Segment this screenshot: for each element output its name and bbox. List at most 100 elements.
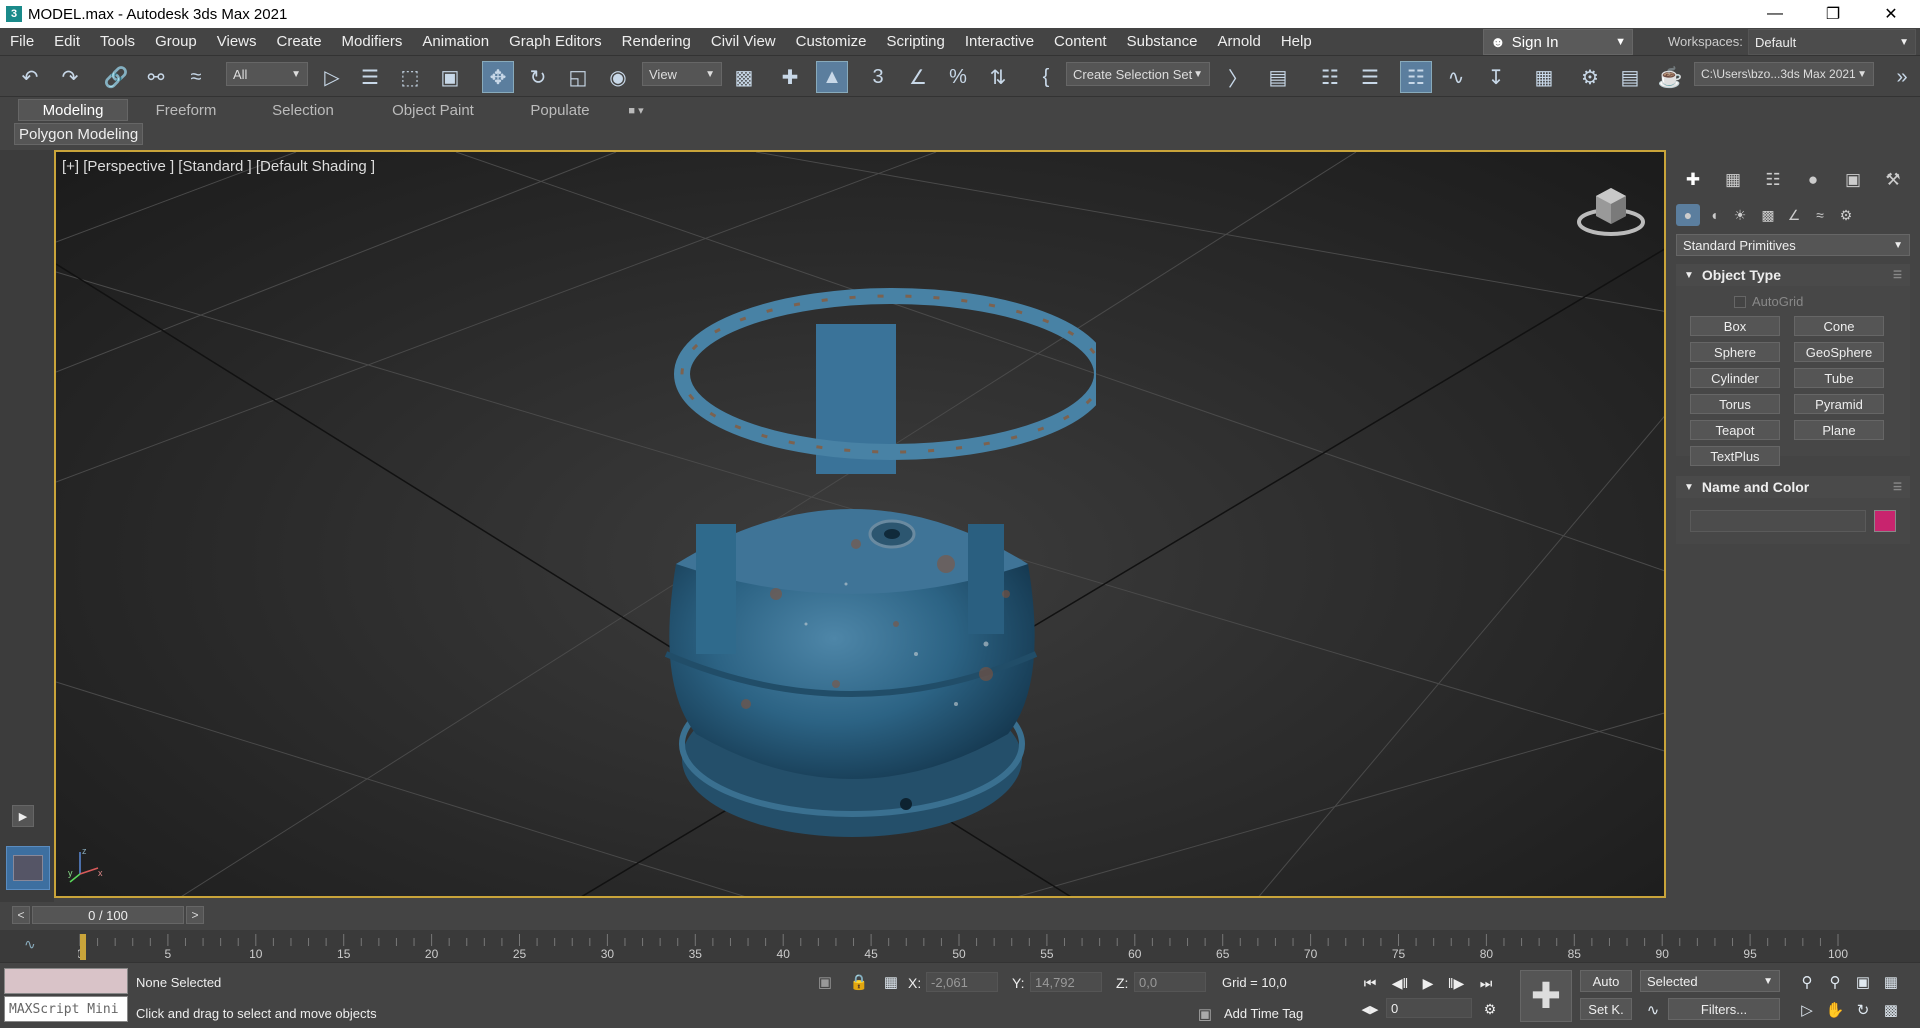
auto-key-button[interactable]: Auto — [1580, 970, 1632, 992]
snaps-toggle-icon[interactable]: 3 — [862, 61, 894, 93]
geosphere-button[interactable]: GeoSphere — [1794, 342, 1884, 362]
shapes-icon[interactable]: ◖ — [1702, 204, 1726, 226]
menu-tools[interactable]: Tools — [90, 33, 145, 50]
viewport-layout-thumbnail[interactable] — [6, 846, 50, 890]
menu-modifiers[interactable]: Modifiers — [332, 33, 413, 50]
spinner-snap-icon[interactable]: ⇅ — [982, 61, 1014, 93]
zoom-extents-icon[interactable]: ▣ — [1850, 970, 1876, 994]
menu-animation[interactable]: Animation — [412, 33, 499, 50]
cameras-icon[interactable]: ▩ — [1756, 204, 1780, 226]
tab-modeling[interactable]: Modeling — [18, 99, 128, 121]
minimize-button[interactable]: — — [1746, 0, 1804, 28]
key-filter-select[interactable]: Selected ▼ — [1640, 970, 1780, 992]
mirror-icon[interactable]: 〉 — [1222, 61, 1254, 93]
torus-button[interactable]: Torus — [1690, 394, 1780, 414]
close-button[interactable]: ✕ — [1862, 0, 1920, 28]
viewcube[interactable] — [1576, 182, 1646, 238]
material-editor-icon[interactable]: ▦ — [1528, 61, 1560, 93]
menu-scripting[interactable]: Scripting — [876, 33, 954, 50]
menu-group[interactable]: Group — [145, 33, 207, 50]
layer-explorer-icon[interactable]: ☰ — [1354, 61, 1386, 93]
select-and-move-icon[interactable]: ✥ — [482, 61, 514, 93]
time-slider-next-button[interactable]: > — [186, 906, 204, 924]
geometry-icon[interactable]: ● — [1676, 204, 1700, 226]
modify-tab-icon[interactable]: ▦ — [1718, 168, 1748, 192]
name-and-color-rollout-header[interactable]: ▼ Name and Color ☰ — [1676, 476, 1910, 498]
schematic-view-icon[interactable]: ↧ — [1480, 61, 1512, 93]
project-folder-select[interactable]: C:\Users\bzo...3ds Max 2021 ▼ — [1694, 62, 1874, 86]
key-mode-toggle-icon[interactable]: ◀▶ — [1358, 998, 1382, 1020]
restore-button[interactable]: ❐ — [1804, 0, 1862, 28]
lights-icon[interactable]: ☀ — [1728, 204, 1752, 226]
redo-icon[interactable]: ↷ — [54, 61, 86, 93]
object-color-swatch[interactable] — [1874, 510, 1896, 532]
rendered-frame-window-icon[interactable]: ▤ — [1614, 61, 1646, 93]
align-icon[interactable]: ▤ — [1262, 61, 1294, 93]
menu-graph-editors[interactable]: Graph Editors — [499, 33, 612, 50]
maximize-viewport-icon[interactable]: ▩ — [1878, 998, 1904, 1022]
polygon-modeling-panel[interactable]: Polygon Modeling — [14, 123, 144, 145]
tab-object-paint[interactable]: Object Paint — [362, 99, 504, 121]
zoom-extents-all-icon[interactable]: ▦ — [1878, 970, 1904, 994]
go-to-end-icon[interactable]: ⏭ — [1474, 972, 1498, 994]
ribbon-options-icon[interactable]: ■ ▾ — [616, 99, 656, 121]
autogrid-checkbox[interactable]: AutoGrid — [1734, 294, 1803, 309]
menu-substance[interactable]: Substance — [1117, 33, 1208, 50]
orbit-icon[interactable]: ↻ — [1850, 998, 1876, 1022]
field-of-view-icon[interactable]: ▷ — [1794, 998, 1820, 1022]
create-tab-icon[interactable]: ✚ — [1678, 168, 1708, 192]
menu-customize[interactable]: Customize — [786, 33, 877, 50]
curve-editor-icon[interactable]: ∿ — [1440, 61, 1472, 93]
next-frame-icon[interactable]: ‖▶ — [1444, 972, 1468, 994]
teapot-button[interactable]: Teapot — [1690, 420, 1780, 440]
tab-freeform[interactable]: Freeform — [128, 99, 244, 121]
create-selection-set-select[interactable]: Create Selection Set ▼ — [1066, 62, 1210, 86]
timeline-ruler[interactable]: 0510152025303540455055606570758085909510… — [78, 934, 1852, 960]
mini-curve-editor-icon[interactable]: ∿ — [24, 936, 36, 953]
systems-icon[interactable]: ⚙ — [1834, 204, 1858, 226]
select-object-icon[interactable]: ▷ — [316, 61, 348, 93]
render-setup-icon[interactable]: ⚙ — [1574, 61, 1606, 93]
add-time-tag-button[interactable]: Add Time Tag — [1224, 1006, 1303, 1021]
select-by-name-icon[interactable]: ☰ — [354, 61, 386, 93]
maxscript-listener-output[interactable] — [4, 968, 128, 994]
sign-in-button[interactable]: ☻ Sign In ▼ — [1483, 29, 1633, 55]
set-key-button[interactable]: Set K. — [1580, 998, 1632, 1020]
menu-help[interactable]: Help — [1271, 33, 1322, 50]
absolute-mode-icon[interactable]: ▦ — [878, 970, 904, 994]
select-and-rotate-icon[interactable]: ↻ — [522, 61, 554, 93]
display-tab-icon[interactable]: ▣ — [1838, 168, 1868, 192]
keyboard-shortcut-override-icon[interactable]: ▲ — [816, 61, 848, 93]
pyramid-button[interactable]: Pyramid — [1794, 394, 1884, 414]
pivot-center-icon[interactable]: ▩ — [728, 61, 760, 93]
link-icon[interactable]: 🔗 — [100, 61, 132, 93]
key-filters-button[interactable]: Filters... — [1668, 998, 1780, 1020]
menu-interactive[interactable]: Interactive — [955, 33, 1044, 50]
reference-coordinate-select[interactable]: View ▼ — [642, 62, 722, 86]
primitive-category-select[interactable]: Standard Primitives ▼ — [1676, 234, 1910, 256]
select-and-place-icon[interactable]: ◉ — [602, 61, 634, 93]
hierarchy-tab-icon[interactable]: ☷ — [1758, 168, 1788, 192]
toolbar-overflow-icon[interactable]: » — [1886, 61, 1918, 93]
bind-space-warp-icon[interactable]: ≈ — [180, 61, 212, 93]
rectangular-selection-icon[interactable]: ⬚ — [394, 61, 426, 93]
go-to-start-icon[interactable]: ⏮ — [1358, 972, 1382, 994]
menu-civil-view[interactable]: Civil View — [701, 33, 786, 50]
ribbon-toggle-icon[interactable]: ☷ — [1400, 61, 1432, 93]
window-crossing-icon[interactable]: ▣ — [434, 61, 466, 93]
object-name-field[interactable] — [1690, 510, 1866, 532]
pan-view-icon[interactable]: ✋ — [1822, 998, 1848, 1022]
tube-button[interactable]: Tube — [1794, 368, 1884, 388]
perspective-viewport[interactable]: [+] [Perspective ] [Standard ] [Default … — [54, 150, 1666, 898]
motion-tab-icon[interactable]: ● — [1798, 168, 1828, 192]
zoom-icon[interactable]: ⚲ — [1794, 970, 1820, 994]
menu-content[interactable]: Content — [1044, 33, 1117, 50]
sphere-button[interactable]: Sphere — [1690, 342, 1780, 362]
plane-button[interactable]: Plane — [1794, 420, 1884, 440]
textplus-button[interactable]: TextPlus — [1690, 446, 1780, 466]
x-coord-field[interactable]: -2,061 — [926, 972, 998, 992]
undo-icon[interactable]: ↶ — [14, 61, 46, 93]
angle-snap-icon[interactable]: ∠ — [902, 61, 934, 93]
viewport-label[interactable]: [+] [Perspective ] [Standard ] [Default … — [62, 158, 375, 175]
percent-snap-icon[interactable]: % — [942, 61, 974, 93]
